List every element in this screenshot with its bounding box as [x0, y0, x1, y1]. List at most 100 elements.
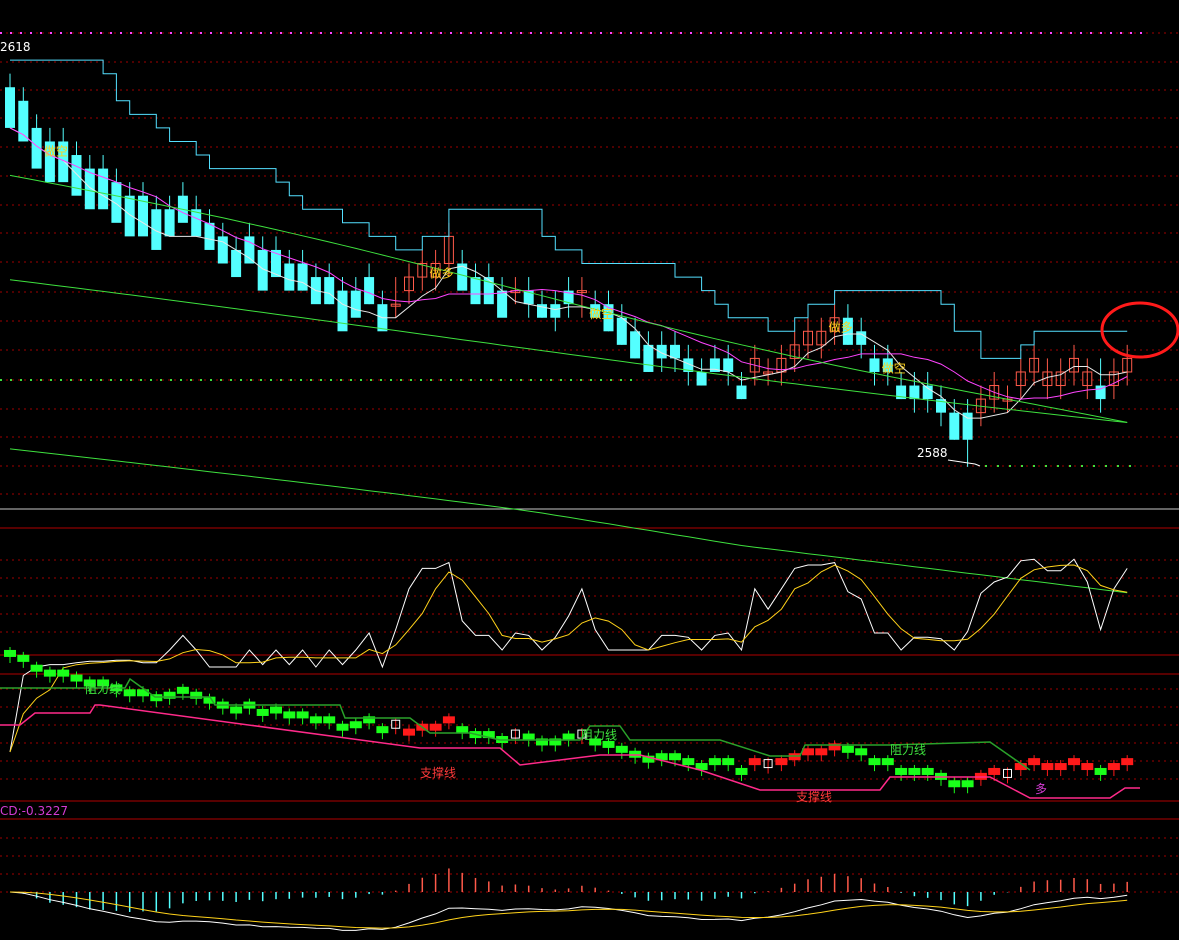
band-candle-body — [1121, 758, 1134, 766]
candle-body — [856, 331, 867, 345]
candle-body — [696, 371, 707, 386]
candle-body — [909, 385, 920, 400]
candle-body — [497, 290, 508, 318]
candle-body — [111, 182, 122, 223]
band-candle-body — [176, 686, 189, 694]
resistance-label-2: 阻力线 — [581, 728, 617, 742]
candle-body — [217, 236, 228, 264]
candle-body — [204, 222, 215, 250]
long-label: 多 — [1035, 782, 1047, 796]
band-candle-body — [442, 716, 455, 724]
signal-label: 做多 — [430, 266, 454, 281]
band-candle-body — [1054, 763, 1067, 771]
band-candle-body — [57, 669, 70, 677]
support-label-2: 支撑线 — [796, 789, 832, 804]
candle-body — [151, 209, 162, 250]
band-candle-body — [4, 649, 16, 657]
candle-body — [71, 155, 82, 196]
support-label-1: 支撑线 — [420, 765, 456, 780]
candle-body — [84, 168, 95, 210]
band-candle-body — [17, 654, 30, 662]
price-high-label: 2618 — [0, 40, 31, 54]
candle-body — [124, 195, 135, 237]
macd-value-label: CD:-0.3227 — [0, 804, 68, 818]
candle-body — [670, 344, 680, 359]
band-candle-body — [722, 758, 735, 766]
band-candle-body — [682, 758, 695, 766]
band-candle-body — [283, 711, 296, 719]
candle-body — [364, 277, 375, 305]
band-candle-body — [1068, 758, 1080, 766]
band-candle-body — [296, 711, 309, 719]
candle-body — [962, 412, 973, 440]
candle-body — [98, 168, 109, 210]
band-candle-body — [309, 716, 322, 724]
band-candle-body — [1041, 763, 1054, 771]
candle-body — [18, 100, 29, 142]
candle-body — [470, 277, 481, 305]
band-candle-body — [868, 758, 881, 766]
band-candle-body — [815, 748, 828, 756]
candle-body — [350, 290, 361, 318]
band-candle-body — [615, 745, 628, 753]
price-low-label: 2588 — [917, 446, 948, 460]
band-candle-body — [70, 674, 83, 682]
band-candle-body — [881, 758, 894, 766]
candle-body — [643, 344, 654, 372]
band-candle-body — [230, 706, 243, 714]
candle-body — [616, 317, 627, 345]
candle-body — [736, 385, 747, 400]
band-candle-body — [735, 767, 748, 775]
band-candle-body — [908, 767, 921, 775]
candle-body — [630, 331, 641, 359]
chart-canvas[interactable]: 做空做多做空做多做空 2618 2588 CD:-0.3227 阻力线 阻力线 … — [0, 0, 1179, 936]
band-candle-body — [1094, 767, 1107, 775]
signal-label: 做空 — [589, 306, 613, 321]
band-candle-body — [43, 669, 56, 677]
band-candle-body — [323, 716, 336, 724]
band-candle-body — [30, 664, 43, 672]
band-candle-body — [855, 748, 868, 756]
candle-body — [337, 290, 348, 332]
band-candle-body — [775, 758, 788, 766]
resistance-label-1: 阻力线 — [85, 682, 121, 696]
band-candle-body — [1028, 758, 1041, 766]
band-candle-body — [961, 780, 974, 788]
band-candle-body — [841, 745, 854, 753]
candle-body — [723, 358, 734, 372]
signal-label: 做空 — [882, 360, 906, 375]
resistance-label-3: 阻力线 — [890, 743, 926, 757]
candle-body — [284, 263, 295, 291]
band-candle-body — [948, 780, 961, 788]
band-candle-body — [669, 753, 681, 761]
band-candle-body — [1081, 763, 1094, 771]
candle-body — [550, 304, 561, 318]
band-candle-body — [748, 758, 761, 766]
band-candle-body — [708, 758, 721, 766]
band-candle-body — [403, 728, 415, 736]
candle-body — [869, 358, 880, 372]
band-candle-body — [349, 721, 362, 729]
candle-body — [324, 277, 335, 305]
signal-label: 做空 — [44, 143, 68, 158]
candle-body — [949, 412, 960, 440]
band-candle-body — [988, 767, 1001, 775]
candle-body — [297, 263, 308, 291]
candle-body — [164, 209, 175, 237]
band-candle-body — [376, 726, 389, 734]
candle-body — [231, 249, 242, 278]
band-candle-body — [336, 723, 349, 731]
band-candle-body — [256, 708, 269, 716]
band-candle-body — [895, 767, 908, 775]
trading-chart-window: 做空 做多 做空 做多 做空 2618 2588 CD:-0.3227 阻力线 阻力线 … — [0, 0, 1179, 936]
signal-label: 做多 — [829, 320, 853, 335]
band-candle-body — [123, 689, 136, 697]
band-candle-body — [456, 726, 469, 734]
band-candle-body — [137, 689, 149, 697]
band-candle-body — [1107, 763, 1120, 771]
band-candle-body — [921, 767, 934, 775]
band-candle-body — [429, 723, 442, 731]
candle-body — [656, 344, 667, 359]
candle-body — [5, 87, 15, 128]
band-candle-body — [270, 706, 282, 714]
